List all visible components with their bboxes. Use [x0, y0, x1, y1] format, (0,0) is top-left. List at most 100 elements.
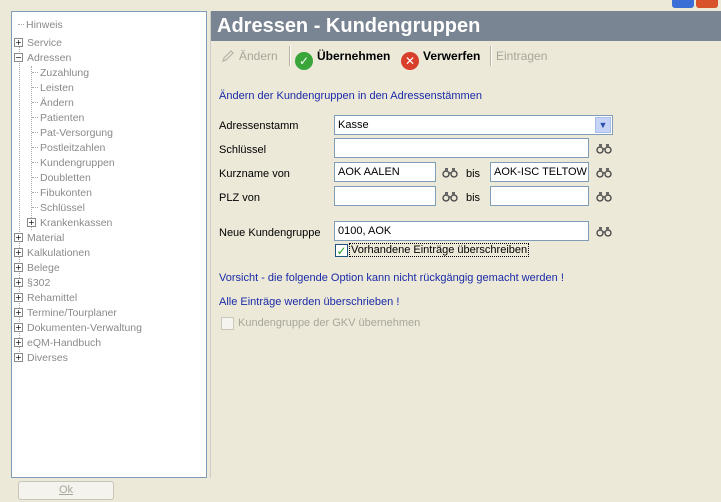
- tree-item-label: Kalkulationen: [27, 247, 91, 259]
- neue-kundengruppe-label: Neue Kundengruppe: [219, 227, 321, 239]
- description-text: Ändern der Kundengruppen in den Adressen…: [219, 90, 482, 102]
- navigation-tree[interactable]: Hinweis + Service − Adressen Zuzahlung Lei…: [11, 11, 207, 478]
- aendern-label: Ändern: [239, 49, 278, 63]
- kurzname-bis-value: AOK-ISC TELTOW: [494, 166, 587, 178]
- tree-item-schluessel[interactable]: Schlüssel: [32, 202, 85, 214]
- tree-item-label: Leisten: [40, 82, 74, 94]
- adressenstamm-select[interactable]: Kasse ▼: [334, 115, 613, 135]
- tree-item-doubletten[interactable]: Doubletten: [32, 172, 91, 184]
- page-title: Adressen - Kundengruppen: [211, 11, 721, 41]
- schluessel-input[interactable]: [334, 138, 589, 158]
- tree-item-diverses[interactable]: + Diverses: [14, 352, 68, 364]
- expand-plus-icon[interactable]: +: [14, 233, 23, 242]
- neue-kundengruppe-input[interactable]: 0100, AOK: [334, 221, 589, 241]
- tree-item-service[interactable]: + Service: [14, 37, 62, 49]
- expand-plus-icon[interactable]: +: [14, 248, 23, 257]
- chevron-down-icon[interactable]: ▼: [595, 117, 611, 133]
- binoculars-icon[interactable]: [596, 225, 612, 237]
- binoculars-icon[interactable]: [442, 166, 458, 178]
- tree-item-dokumenten-verwaltung[interactable]: + Dokumenten-Verwaltung: [14, 322, 142, 334]
- binoculars-icon[interactable]: [596, 142, 612, 154]
- tree-item-302[interactable]: + §302: [14, 277, 50, 289]
- tree-item-label: Adressen: [27, 52, 72, 64]
- window-close-button[interactable]: [696, 0, 718, 8]
- ok-label: Ok: [58, 484, 74, 496]
- adressenstamm-value: Kasse: [338, 119, 369, 131]
- plz-bis-input[interactable]: [490, 186, 589, 206]
- expand-plus-icon[interactable]: +: [14, 38, 23, 47]
- pencil-icon: [222, 50, 234, 62]
- uebernehmen-button[interactable]: ✓ Übernehmen: [295, 45, 390, 70]
- tree-item-fibukonten[interactable]: Fibukonten: [32, 187, 92, 199]
- tree-item-label: Pat-Versorgung: [40, 127, 113, 139]
- toolbar-separator: [490, 46, 492, 66]
- tree-item-label: Postleitzahlen: [40, 142, 106, 154]
- tree-item-label: §302: [27, 277, 51, 289]
- toolbar: Ändern ✓ Übernehmen ✕ Verwerfen Eintragen: [211, 41, 721, 71]
- expand-plus-icon[interactable]: +: [14, 278, 23, 287]
- tree-item-label: Krankenkassen: [40, 217, 113, 229]
- binoculars-icon[interactable]: [442, 190, 458, 202]
- eintragen-button[interactable]: Eintragen: [496, 45, 547, 67]
- tree-item-label: Ändern: [40, 97, 74, 109]
- eintragen-label: Eintragen: [496, 49, 548, 63]
- binoculars-icon[interactable]: [596, 166, 612, 178]
- main-panel: Adressen - Kundengruppen Ändern ✓ Überneh…: [210, 11, 721, 478]
- expand-plus-icon[interactable]: +: [14, 353, 23, 362]
- tree-item-hinweis[interactable]: Hinweis: [18, 19, 63, 31]
- expand-plus-icon[interactable]: +: [27, 218, 36, 227]
- aendern-button[interactable]: Ändern: [221, 45, 278, 67]
- ueberschreiben-label[interactable]: Vorhandene Einträge überschreiben: [348, 243, 530, 257]
- window-maximize-button[interactable]: [672, 0, 694, 8]
- kurzname-bis-input[interactable]: AOK-ISC TELTOW: [490, 162, 589, 182]
- plz-von-input[interactable]: [334, 186, 436, 206]
- footer-bar: Ok: [0, 478, 721, 502]
- kurzname-label: Kurzname von: [219, 168, 290, 180]
- tree-item-label: Schlüssel: [40, 202, 85, 214]
- ok-button[interactable]: Ok: [18, 481, 114, 500]
- tree-item-leisten[interactable]: Leisten: [32, 82, 74, 94]
- tree-item-pat-versorgung[interactable]: Pat-Versorgung: [32, 127, 113, 139]
- tree-item-eqm-handbuch[interactable]: + eQM-Handbuch: [14, 337, 101, 349]
- verwerfen-button[interactable]: ✕ Verwerfen: [401, 45, 480, 70]
- tree-item-label: Termine/Tourplaner: [27, 307, 117, 319]
- gkv-checkbox[interactable]: [221, 317, 234, 330]
- kurzname-von-input[interactable]: AOK AALEN: [334, 162, 436, 182]
- binoculars-icon[interactable]: [596, 190, 612, 202]
- tree-item-krankenkassen[interactable]: + Krankenkassen: [27, 217, 112, 229]
- tree-item-termine[interactable]: + Termine/Tourplaner: [14, 307, 117, 319]
- tree-item-zuzahlung[interactable]: Zuzahlung: [32, 67, 89, 79]
- expand-plus-icon[interactable]: +: [14, 308, 23, 317]
- ueberschreiben-checkbox[interactable]: ✓: [335, 244, 348, 257]
- cross-icon: ✕: [401, 52, 419, 70]
- expand-plus-icon[interactable]: +: [14, 323, 23, 332]
- overwrite-notice: Alle Einträge werden überschrieben !: [219, 296, 400, 308]
- tree-item-label: Kundengruppen: [40, 157, 115, 169]
- tree-item-label: Hinweis: [26, 19, 63, 31]
- tree-item-belege[interactable]: + Belege: [14, 262, 60, 274]
- expand-plus-icon[interactable]: +: [14, 293, 23, 302]
- tree-item-patienten[interactable]: Patienten: [32, 112, 84, 124]
- plz-label: PLZ von: [219, 192, 260, 204]
- tree-item-kundengruppen[interactable]: Kundengruppen: [32, 157, 115, 169]
- warning-text: Vorsicht - die folgende Option kann nich…: [219, 272, 564, 284]
- tree-item-label: eQM-Handbuch: [27, 337, 102, 349]
- tree-item-postleitzahlen[interactable]: Postleitzahlen: [32, 142, 105, 154]
- neue-kundengruppe-value: 0100, AOK: [338, 225, 392, 237]
- toolbar-separator: [289, 46, 291, 66]
- tree-item-label: Diverses: [27, 352, 68, 364]
- tree-item-adressen[interactable]: − Adressen: [14, 52, 71, 64]
- collapse-minus-icon[interactable]: −: [14, 53, 23, 62]
- bis-label: bis: [466, 192, 481, 204]
- expand-plus-icon[interactable]: +: [14, 263, 23, 272]
- adressenstamm-label: Adressenstamm: [219, 120, 299, 132]
- window-top-strip: [0, 0, 721, 11]
- tree-item-material[interactable]: + Material: [14, 232, 64, 244]
- tree-item-label: Rehamittel: [27, 292, 78, 304]
- tree-item-rehamittel[interactable]: + Rehamittel: [14, 292, 77, 304]
- tree-item-aendern[interactable]: Ändern: [32, 97, 74, 109]
- check-icon: ✓: [295, 52, 313, 70]
- tree-item-kalkulationen[interactable]: + Kalkulationen: [14, 247, 90, 259]
- expand-plus-icon[interactable]: +: [14, 338, 23, 347]
- tree-item-label: Belege: [27, 262, 60, 274]
